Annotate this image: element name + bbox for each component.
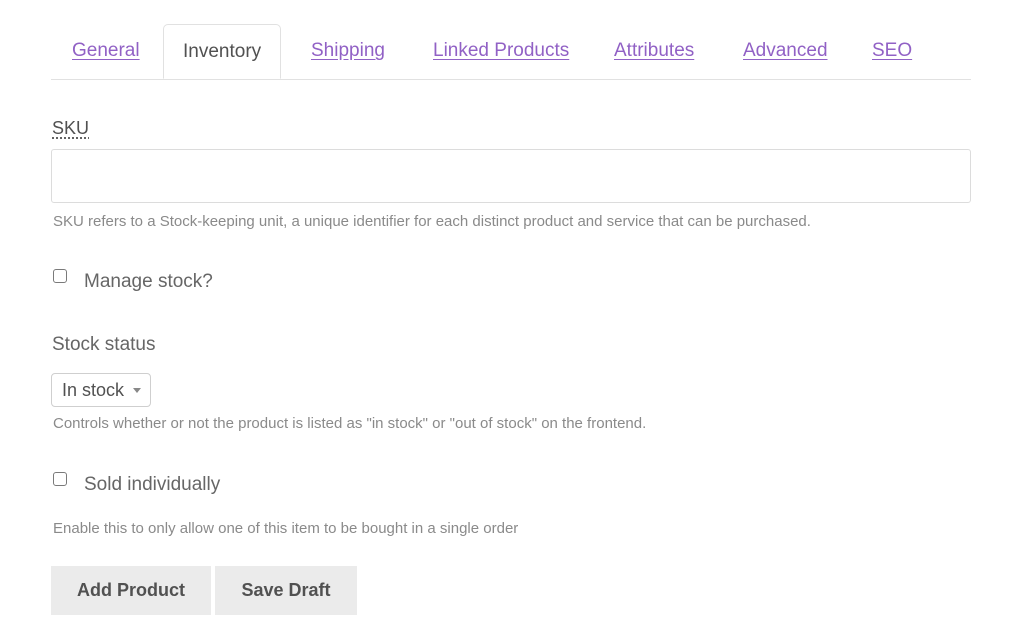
tab-attributes[interactable]: Attributes — [614, 24, 694, 79]
tab-linked-products[interactable]: Linked Products — [433, 24, 569, 79]
sold-individually-label[interactable]: Sold individually — [84, 474, 220, 496]
tab-inventory[interactable]: Inventory — [163, 24, 282, 79]
sku-help-text: SKU refers to a Stock-keeping unit, a un… — [53, 213, 811, 230]
sku-input[interactable] — [51, 149, 971, 203]
stock-status-help-text: Controls whether or not the product is l… — [53, 415, 647, 432]
tab-seo[interactable]: SEO — [872, 24, 912, 79]
tab-general[interactable]: General — [72, 24, 140, 79]
tab-shipping[interactable]: Shipping — [311, 24, 385, 79]
tab-advanced[interactable]: Advanced — [743, 24, 828, 79]
sold-individually-help-text: Enable this to only allow one of this it… — [53, 520, 519, 537]
sold-individually-checkbox[interactable] — [53, 472, 67, 486]
add-product-button[interactable]: Add Product — [51, 566, 211, 615]
stock-status-label: Stock status — [52, 334, 156, 355]
product-tabs: General Inventory Shipping Linked Produc… — [51, 24, 971, 80]
stock-status-value: In stock — [62, 380, 125, 400]
chevron-down-icon — [133, 388, 141, 393]
stock-status-select[interactable]: In stock — [51, 373, 151, 407]
manage-stock-checkbox[interactable] — [53, 269, 67, 283]
save-draft-button[interactable]: Save Draft — [215, 566, 357, 615]
manage-stock-label[interactable]: Manage stock? — [84, 271, 213, 293]
sku-label: SKU — [52, 118, 90, 138]
